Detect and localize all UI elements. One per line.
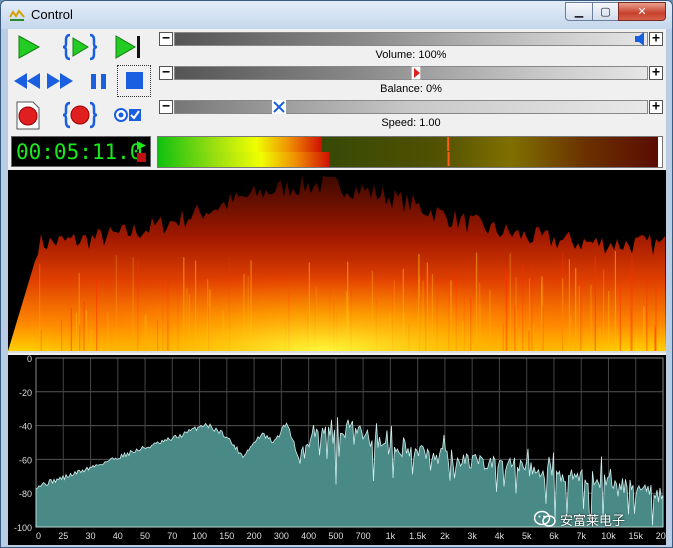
volume-slider[interactable]: − + — [157, 31, 665, 49]
control-window: Control ▁ ▢ ✕ − + Volume: 100% − + Balan… — [0, 0, 673, 548]
balance-thumb-icon[interactable] — [411, 66, 421, 80]
x-tick-label: 10k — [601, 531, 616, 541]
x-tick-label: 15k — [628, 531, 643, 541]
x-tick-label: 4k — [495, 531, 505, 541]
x-tick-label: 70 — [167, 531, 177, 541]
x-tick-label: 400 — [301, 531, 316, 541]
speed-decrease-button[interactable]: − — [159, 100, 173, 114]
play-to-end-icon — [115, 35, 140, 59]
pause-button[interactable] — [82, 66, 116, 96]
app-icon — [9, 9, 25, 21]
watermark-text: 安富莱电子 — [560, 513, 626, 529]
x-tick-label: 100 — [192, 531, 207, 541]
x-tick-label: 5k — [522, 531, 532, 541]
minimize-button[interactable]: ▁ — [565, 2, 593, 21]
window-title: Control — [31, 7, 73, 22]
stop-button[interactable] — [117, 65, 151, 97]
pause-icon — [91, 74, 106, 89]
play-loop-button[interactable] — [63, 32, 97, 62]
radio-check-icon — [114, 108, 141, 122]
title-bar[interactable]: Control ▁ ▢ ✕ — [1, 1, 672, 29]
watermark: 安富莱电子 — [534, 508, 625, 530]
y-tick-label: -60 — [19, 455, 32, 465]
rewind-button[interactable] — [11, 66, 45, 96]
play-icon — [18, 35, 41, 59]
speed-slider[interactable]: − + — [157, 99, 665, 117]
balance-slider[interactable]: − + — [157, 65, 665, 83]
level-meter — [157, 136, 663, 168]
level-meter-graphic — [158, 137, 662, 167]
record-to-file-button[interactable] — [11, 100, 45, 130]
peak-marker-right — [447, 152, 450, 166]
fast-forward-icon — [47, 73, 73, 89]
y-tick-label: -80 — [19, 489, 32, 499]
x-tick-label: 200 — [247, 531, 262, 541]
x-tick-label: 500 — [328, 531, 343, 541]
record-options-button[interactable] — [111, 100, 145, 130]
maximize-icon: ▢ — [600, 5, 611, 18]
x-tick-label: 1k — [386, 531, 396, 541]
volume-track[interactable] — [174, 32, 648, 46]
loop-record-icon — [63, 101, 97, 129]
speed-thumb-x-icon[interactable] — [272, 100, 286, 114]
volume-label: Volume: 100% — [375, 49, 447, 61]
close-icon: ✕ — [637, 5, 647, 18]
stop-icon — [126, 72, 143, 89]
x-tick-label: 6k — [549, 531, 559, 541]
y-tick-label: -100 — [14, 523, 32, 533]
play-button[interactable] — [11, 32, 45, 62]
balance-increase-button[interactable]: + — [649, 66, 663, 80]
balance-decrease-button[interactable]: − — [159, 66, 173, 80]
record-loop-button[interactable] — [63, 100, 97, 130]
speed-increase-button[interactable]: + — [649, 100, 663, 114]
y-tick-label: -20 — [19, 388, 32, 398]
minimize-icon: ▁ — [574, 5, 584, 18]
balance-label: Balance: 0% — [380, 83, 442, 95]
x-tick-label: 30 — [86, 531, 96, 541]
speed-track[interactable] — [174, 100, 648, 114]
x-tick-label: 700 — [356, 531, 371, 541]
fast-forward-button[interactable] — [44, 66, 78, 96]
x-tick-label: 0 — [36, 531, 41, 541]
loop-play-icon — [63, 33, 97, 61]
x-tick-label: 3k — [467, 531, 477, 541]
x-tick-label: 25 — [58, 531, 68, 541]
x-tick-label: 20k — [656, 531, 666, 541]
x-tick-label: 7k — [576, 531, 586, 541]
peak-marker-left — [447, 137, 450, 151]
rewind-icon — [14, 73, 40, 89]
time-display: 00:05:11.0 — [11, 136, 151, 167]
x-tick-label: 50 — [140, 531, 150, 541]
y-tick-label: -40 — [19, 422, 32, 432]
play-to-end-button[interactable] — [111, 32, 145, 62]
wechat-icon — [534, 510, 556, 527]
level-bar-left — [158, 137, 322, 152]
x-tick-label: 300 — [274, 531, 289, 541]
volume-increase-button[interactable]: + — [649, 32, 663, 46]
y-tick-label: 0 — [27, 355, 32, 364]
volume-thumb-speaker-icon[interactable] — [634, 32, 646, 46]
spectrogram-graphic — [8, 170, 666, 353]
time-readout: 00:05:11.0 — [16, 140, 143, 164]
x-tick-label: 2k — [440, 531, 450, 541]
x-tick-label: 40 — [113, 531, 123, 541]
level-bar-right — [158, 152, 330, 167]
record-file-icon — [16, 101, 40, 130]
speed-label: Speed: 1.00 — [381, 117, 441, 129]
client-area: − + Volume: 100% − + Balance: 0% − + Spe… — [8, 29, 671, 545]
play-state-icon — [137, 141, 146, 162]
x-tick-label: 150 — [219, 531, 234, 541]
volume-decrease-button[interactable]: − — [159, 32, 173, 46]
close-button[interactable]: ✕ — [618, 2, 666, 21]
spectrogram-view — [8, 170, 666, 353]
x-tick-label: 1.5k — [409, 531, 427, 541]
maximize-button[interactable]: ▢ — [592, 2, 619, 21]
